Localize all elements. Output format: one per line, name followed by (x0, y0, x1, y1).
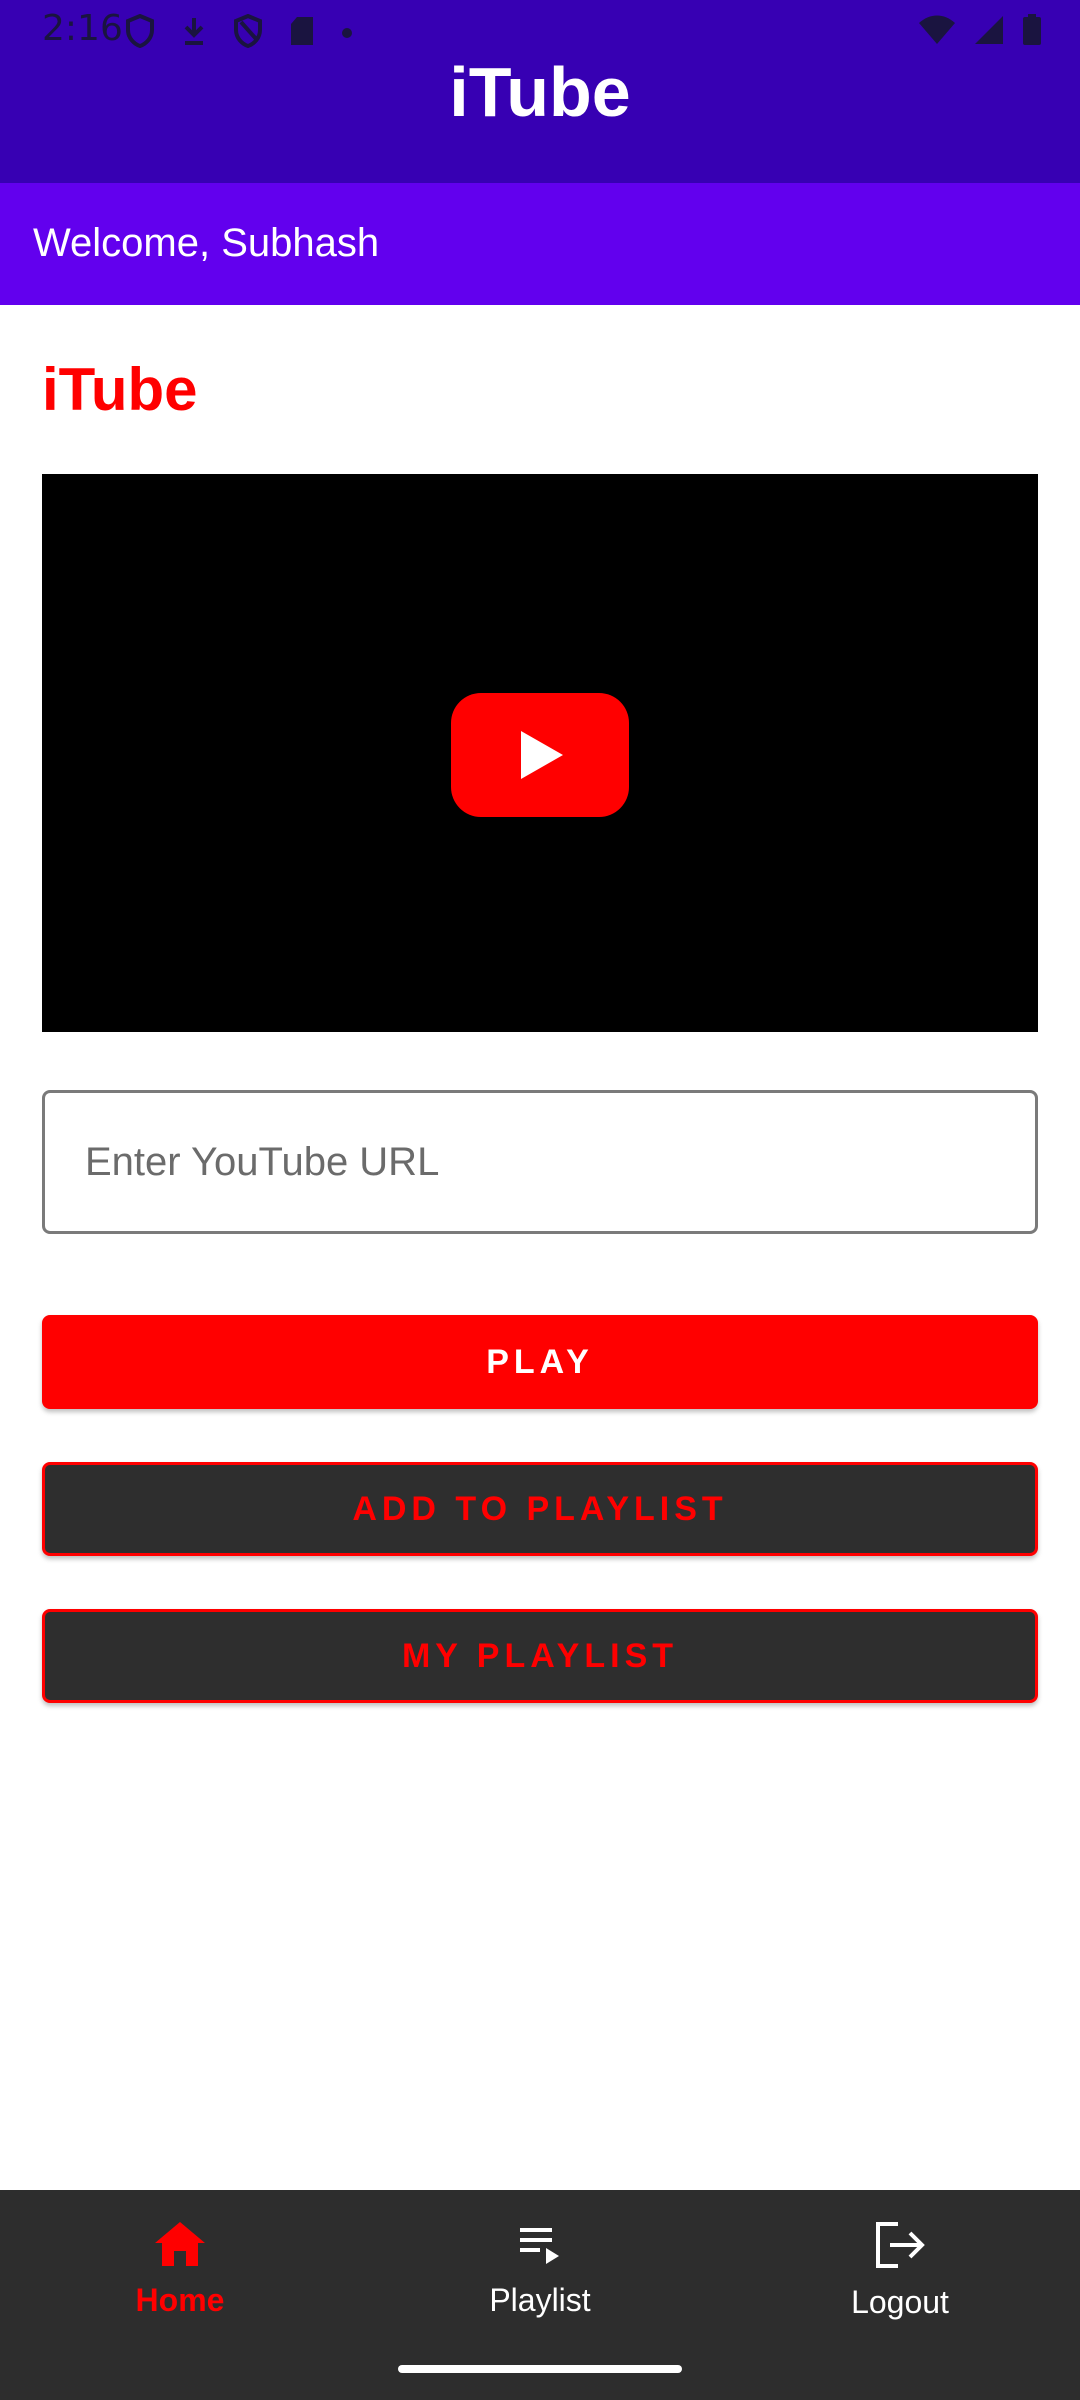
my-playlist-button[interactable]: MY PLAYLIST (42, 1609, 1038, 1703)
welcome-text: Welcome, Subhash (33, 221, 380, 265)
wifi-icon (918, 15, 956, 49)
gesture-home-indicator[interactable] (398, 2365, 682, 2373)
app-title: iTube (449, 53, 631, 131)
download-icon (181, 16, 207, 50)
nav-item-playlist-label: Playlist (489, 2282, 591, 2318)
nav-item-home-label: Home (135, 2282, 225, 2318)
nav-item-playlist[interactable]: Playlist (440, 2220, 640, 2319)
dot-icon (341, 24, 353, 43)
play-button[interactable]: PLAY (42, 1315, 1038, 1409)
signal-icon (974, 15, 1004, 49)
shield-icon (233, 13, 263, 52)
logout-icon (876, 2222, 925, 2268)
status-icons-right (918, 14, 1042, 50)
welcome-bar: Welcome, Subhash (0, 183, 1080, 305)
youtube-url-input[interactable] (42, 1090, 1038, 1234)
battery-icon (1022, 14, 1042, 50)
playlist-icon (520, 2228, 559, 2264)
youtube-play-icon[interactable] (451, 693, 629, 817)
add-to-playlist-button[interactable]: ADD TO PLAYLIST (42, 1462, 1038, 1556)
home-icon (155, 2222, 205, 2266)
add-to-playlist-label: ADD TO PLAYLIST (352, 1489, 728, 1528)
play-button-label: PLAY (486, 1342, 594, 1381)
status-time: 2:16 (42, 8, 123, 49)
app-bar: 2:16 iTube (0, 0, 1080, 183)
my-playlist-label: MY PLAYLIST (401, 1636, 679, 1675)
status-icons-left (125, 13, 353, 52)
nav-item-logout-label: Logout (851, 2284, 949, 2320)
brand-title: iTube (42, 356, 198, 423)
shield-icon (125, 13, 155, 52)
nav-item-logout[interactable]: Logout (800, 2220, 1000, 2321)
sd-card-icon (289, 15, 315, 51)
nav-item-home[interactable]: Home (80, 2220, 280, 2319)
